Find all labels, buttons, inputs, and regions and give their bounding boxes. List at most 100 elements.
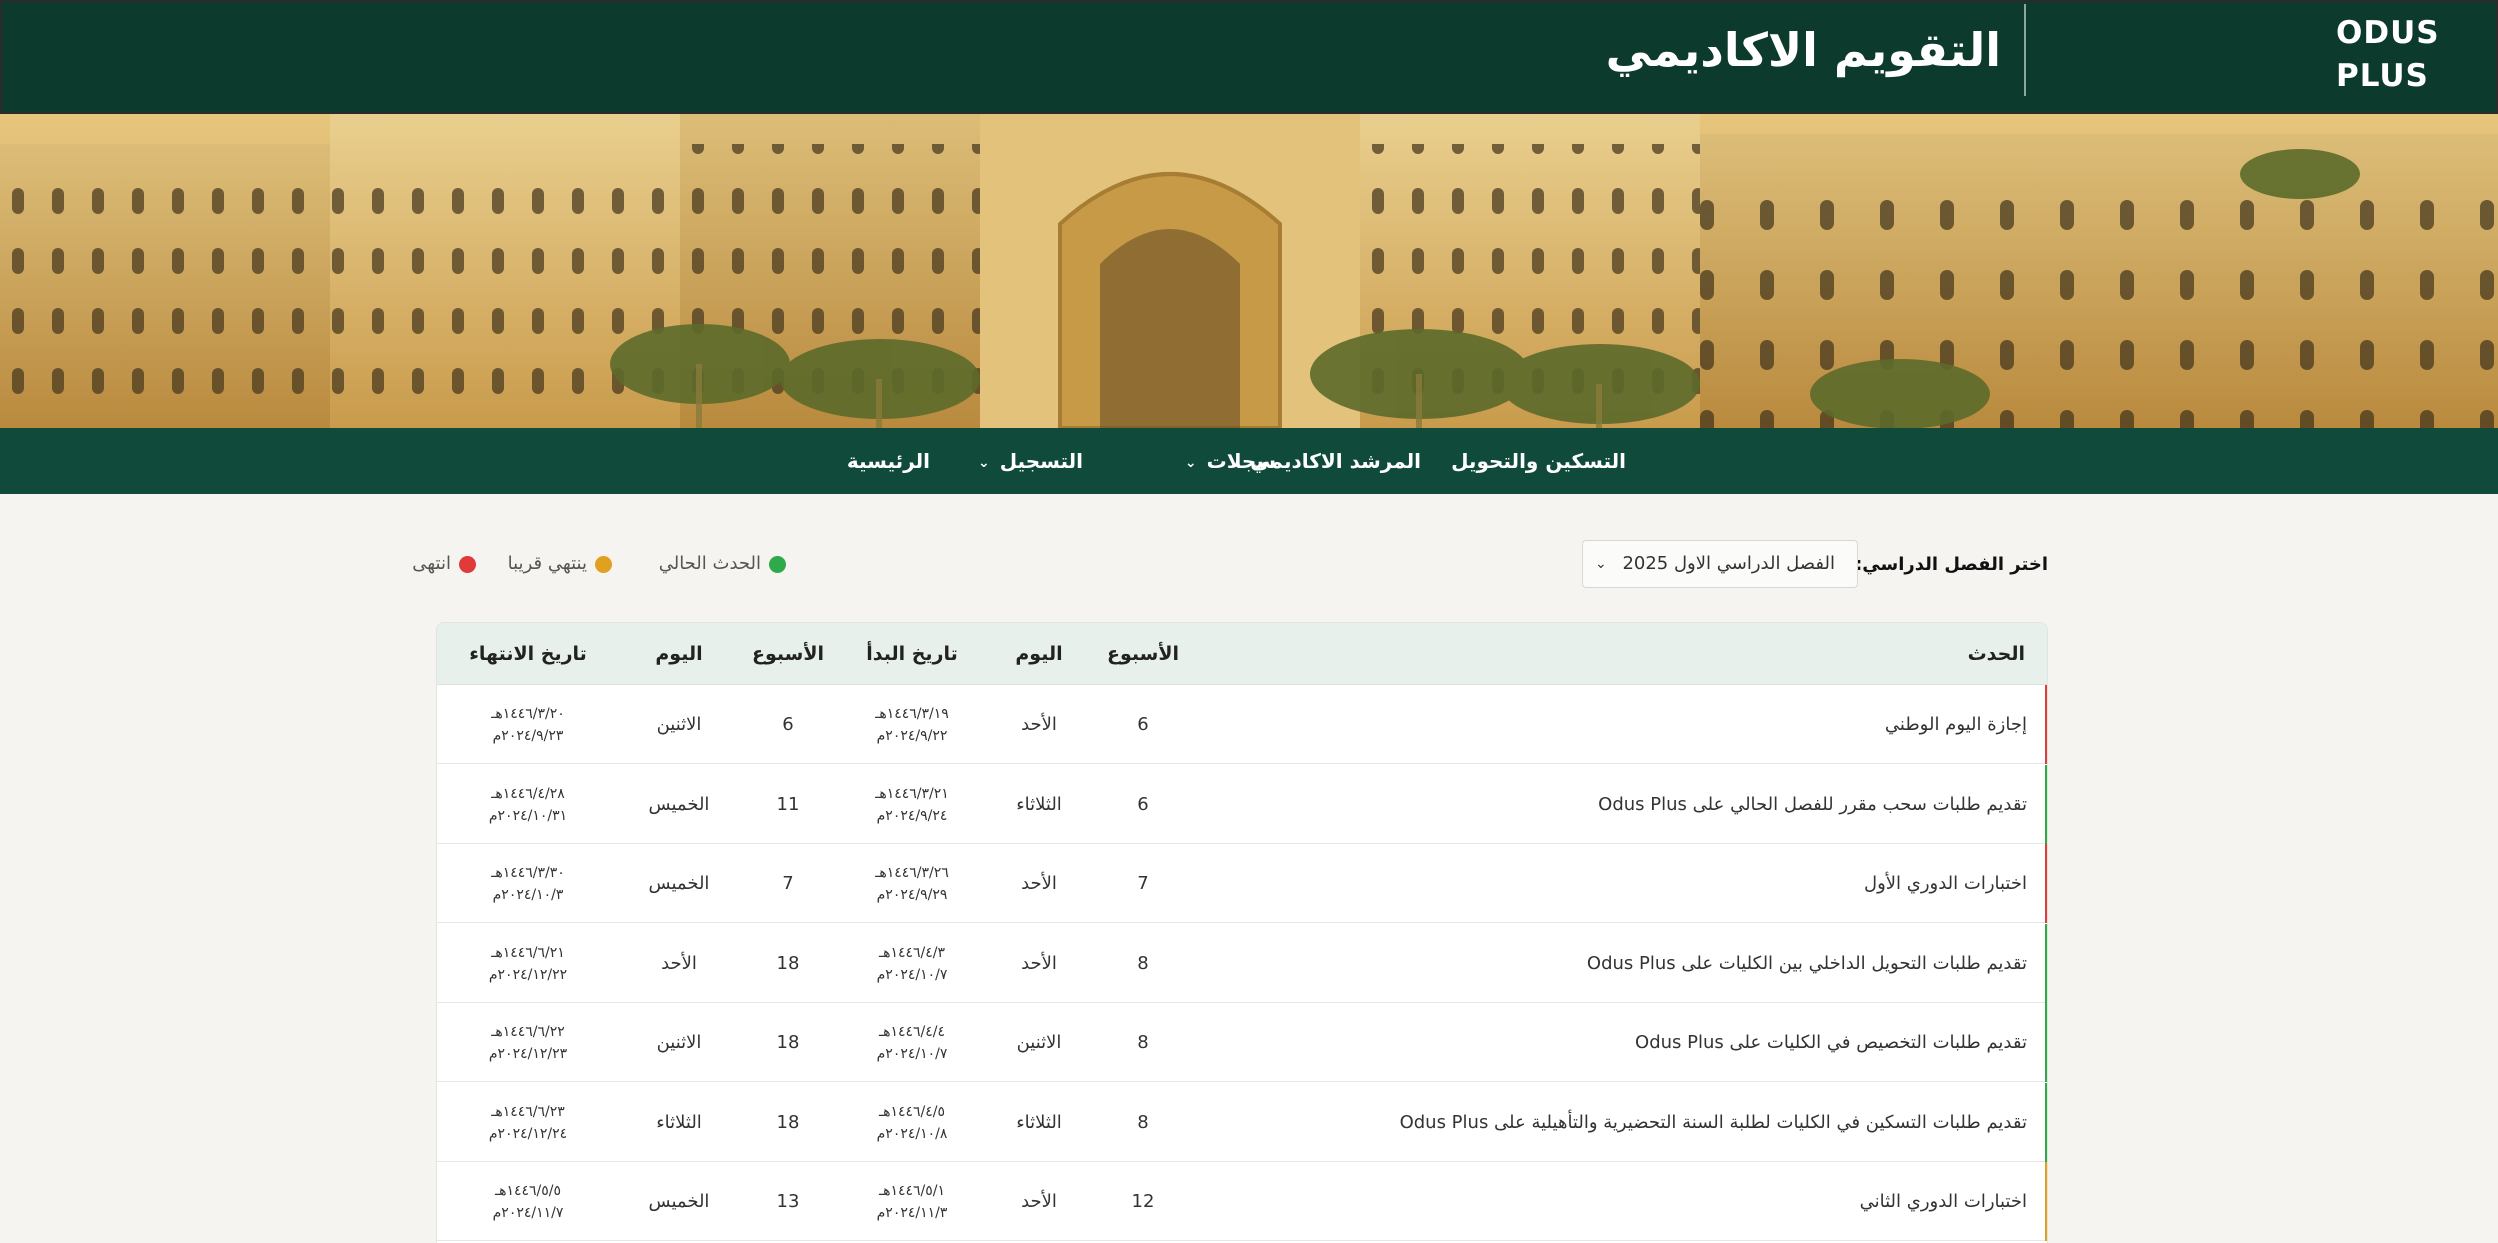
end-date: ١٤٤٦/٤/٢٨هـ ٢٠٢٤/١٠/٣١م — [445, 765, 611, 844]
semester-select-label: اختر الفصل الدراسي: — [1855, 554, 2048, 575]
th-start-date: تاريخ البدأ — [866, 643, 958, 665]
chevron-down-icon: ⌄ — [1595, 556, 1607, 572]
event-name: اختبارات الدوري الأول — [1863, 873, 2027, 894]
status-indicator — [2045, 844, 2047, 923]
semester-select-value: الفصل الدراسي الاول 2025 — [1622, 553, 1835, 574]
semester-select[interactable]: الفصل الدراسي الاول 2025 ⌄ — [1582, 540, 1858, 588]
start-date: ١٤٤٦/٤/٤هـ ٢٠٢٤/١٠/٧م — [837, 1003, 987, 1082]
legend-current-dot — [769, 555, 786, 573]
main-navbar: الرئيسية التسجيل⌄ سجلات⌄ المرشد الاكاديم… — [0, 428, 2498, 494]
week-start: 7 — [1137, 873, 1149, 894]
start-date: ١٤٤٦/٣/١٩هـ ٢٠٢٤/٩/٢٢م — [837, 685, 987, 764]
nav-item-housing-transfer[interactable]: التسكين والتحويل — [1451, 428, 1626, 494]
logo-line-2: PLUS — [2336, 58, 2429, 94]
day-end: الثلاثاء — [656, 1111, 702, 1133]
end-date-gregorian: ٢٠٢٤/١٠/٣م — [492, 887, 564, 903]
end-date-gregorian: ٢٠٢٤/١٢/٢٣م — [488, 1046, 568, 1062]
day-end: الاثنين — [656, 714, 702, 735]
legend-current-label: الحدث الحالي — [658, 553, 761, 574]
status-indicator — [2045, 923, 2047, 1003]
legend-ending-soon-dot — [595, 555, 612, 573]
start-date-gregorian: ٢٠٢٤/١٠/٨م — [876, 1125, 948, 1142]
day-end: الخميس — [648, 793, 710, 815]
start-date-gregorian: ٢٠٢٤/٩/٢٩م — [876, 887, 948, 903]
chevron-down-icon: ⌄ — [977, 454, 990, 471]
start-date: ١٤٤٦/٤/٥هـ ٢٠٢٤/١٠/٨م — [837, 1083, 987, 1162]
end-date-hijri: ١٤٤٦/٤/٢٨هـ — [491, 785, 565, 802]
start-date-hijri: ١٤٤٦/٣/٢١هـ — [875, 785, 949, 802]
start-date-gregorian: ٢٠٢٤/١٠/٧م — [876, 1046, 948, 1062]
nav-item-home[interactable]: الرئيسية — [847, 428, 930, 494]
day-start: الثلاثاء — [1016, 793, 1062, 815]
week-end: 18 — [776, 1032, 800, 1053]
start-date-hijri: ١٤٤٦/٣/٢٦هـ — [875, 865, 949, 881]
logo-line-1: ODUS — [2336, 15, 2440, 51]
end-date-hijri: ١٤٤٦/٦/٢٢هـ — [491, 1024, 565, 1040]
start-date-gregorian: ٢٠٢٤/٩/٢٤م — [876, 807, 948, 824]
table-row[interactable]: اختبارات الدوري الأول 7 الأحد ١٤٤٦/٣/٢٦هـ ٢٠… — [437, 844, 2047, 923]
academic-calendar-table: الحدث الأسبوع اليوم تاريخ البدأ الأسبوع … — [436, 622, 2048, 1243]
nav-item-academic-advisor[interactable]: المرشد الاكاديمي — [1250, 428, 1421, 494]
start-date: ١٤٤٦/٣/٢٦هـ ٢٠٢٤/٩/٢٩م — [837, 844, 987, 923]
th-day-start: اليوم — [1015, 643, 1063, 665]
end-date: ١٤٤٦/٦/٢٣هـ ٢٠٢٤/١٢/٢٤م — [445, 1083, 611, 1162]
week-start: 6 — [1137, 714, 1149, 735]
th-end-date: تاريخ الانتهاء — [469, 643, 587, 665]
start-date-hijri: ١٤٤٦/٤/٥هـ — [878, 1103, 946, 1120]
week-start: 6 — [1137, 793, 1149, 815]
table-row[interactable]: تقديم طلبات التحويل الداخلي بين الكليات … — [437, 923, 2047, 1003]
end-date-hijri: ١٤٤٦/٥/٥هـ — [494, 1183, 562, 1199]
start-date-hijri: ١٤٤٦/٤/٣هـ — [878, 944, 946, 961]
day-start: الأحد — [1021, 1191, 1057, 1212]
hero-campus-image — [0, 114, 2498, 428]
day-start: الأحد — [1021, 714, 1057, 735]
event-name: تقديم طلبات التسكين في الكليات لطلبة الس… — [1399, 1111, 2027, 1133]
table-row[interactable]: اختبارات الدوري الثاني 12 الأحد ١٤٤٦/٥/١هـ ٢… — [437, 1162, 2047, 1241]
table-row[interactable]: تقديم طلبات التخصيص في الكليات على Odus … — [437, 1003, 2047, 1082]
start-date-hijri: ١٤٤٦/٥/١هـ — [878, 1183, 946, 1199]
event-name: اختبارات الدوري الثاني — [1859, 1191, 2027, 1212]
nav-item-registration[interactable]: التسجيل ⌄ — [978, 428, 1083, 494]
end-date: ١٤٤٦/٣/٣٠هـ ٢٠٢٤/١٠/٣م — [445, 844, 611, 923]
week-end: 6 — [782, 714, 794, 735]
nav-item-academic-advisor-label: المرشد الاكاديمي — [1250, 449, 1421, 473]
start-date-hijri: ١٤٤٦/٣/١٩هـ — [875, 706, 949, 722]
start-date-gregorian: ٢٠٢٤/١٠/٧م — [876, 966, 948, 983]
legend-current: الحدث الحالي — [659, 548, 786, 580]
table-header: الحدث الأسبوع اليوم تاريخ البدأ الأسبوع … — [437, 623, 2047, 685]
th-week-end: الأسبوع — [752, 643, 824, 665]
event-name: تقديم طلبات التحويل الداخلي بين الكليات … — [1586, 952, 2027, 974]
day-end: الخميس — [648, 873, 710, 894]
end-date-gregorian: ٢٠٢٤/١١/٧م — [492, 1205, 564, 1221]
th-day-end: اليوم — [655, 643, 703, 665]
top-header: ODUS PLUS التقويم الاكاديمي — [0, 0, 2498, 114]
nav-item-housing-transfer-label: التسكين والتحويل — [1451, 449, 1626, 473]
week-start: 8 — [1137, 1032, 1149, 1053]
status-indicator — [2045, 764, 2047, 844]
odus-plus-logo[interactable]: ODUS PLUS — [2336, 12, 2456, 98]
day-start: الأحد — [1021, 952, 1057, 974]
end-date: ١٤٤٦/٦/٢١هـ ٢٠٢٤/١٢/٢٢م — [445, 924, 611, 1003]
end-date: ١٤٤٦/٥/٥هـ ٢٠٢٤/١١/٧م — [445, 1162, 611, 1241]
chevron-down-icon: ⌄ — [1184, 454, 1197, 471]
th-event: الحدث — [1967, 643, 2025, 665]
table-row[interactable]: إجازة اليوم الوطني 6 الأحد ١٤٤٦/٣/١٩هـ ٢٠٢٤/… — [437, 685, 2047, 764]
day-end: الاثنين — [656, 1032, 702, 1053]
table-row[interactable]: تقديم طلبات سحب مقرر للفصل الحالي على Od… — [437, 764, 2047, 844]
event-name: تقديم طلبات سحب مقرر للفصل الحالي على Od… — [1598, 793, 2027, 815]
week-start: 8 — [1137, 952, 1149, 974]
legend-ending-soon: ينتهي قريبا — [508, 548, 612, 580]
event-name: تقديم طلبات التخصيص في الكليات على Odus … — [1635, 1032, 2027, 1053]
week-end: 18 — [776, 952, 800, 974]
week-end: 11 — [776, 793, 800, 815]
status-indicator — [2045, 1162, 2047, 1241]
end-date-gregorian: ٢٠٢٤/٩/٢٣م — [492, 728, 564, 744]
table-row[interactable]: تقديم طلبات التسكين في الكليات لطلبة الس… — [437, 1082, 2047, 1162]
week-end: 7 — [782, 873, 794, 894]
start-date-gregorian: ٢٠٢٤/١١/٣م — [876, 1205, 948, 1221]
end-date: ١٤٤٦/٣/٢٠هـ ٢٠٢٤/٩/٢٣م — [445, 685, 611, 764]
end-date-hijri: ١٤٤٦/٦/٢٣هـ — [491, 1103, 565, 1120]
start-date: ١٤٤٦/٤/٣هـ ٢٠٢٤/١٠/٧م — [837, 924, 987, 1003]
end-date-hijri: ١٤٤٦/٦/٢١هـ — [491, 944, 565, 961]
legend-ending-soon-label: ينتهي قريبا — [507, 553, 587, 574]
